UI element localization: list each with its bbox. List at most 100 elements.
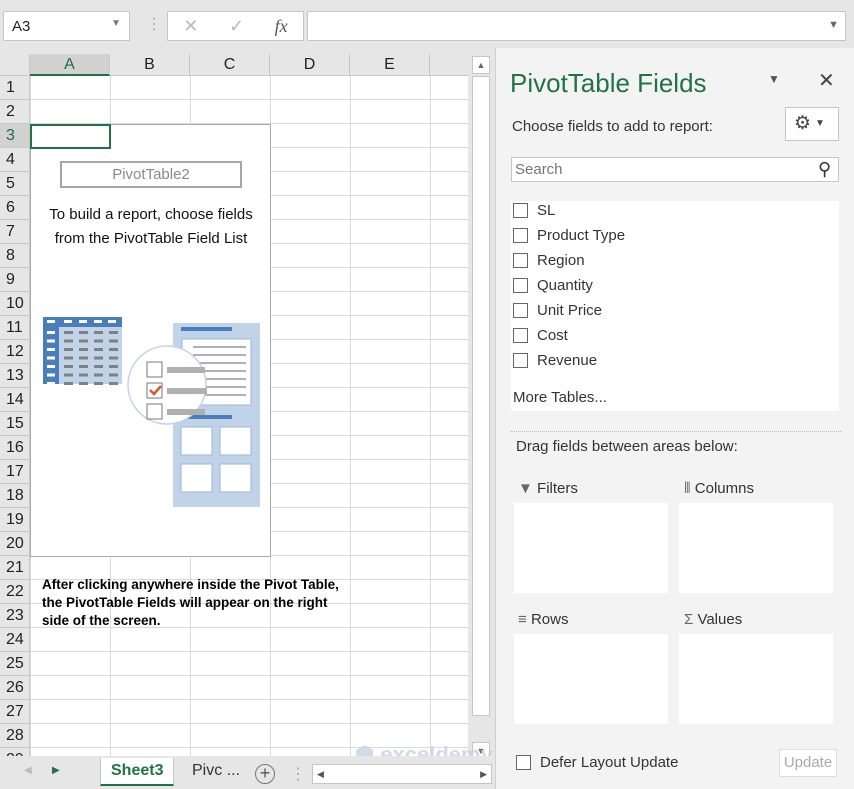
row-header-7[interactable]: 7 (0, 220, 30, 244)
field-item[interactable]: Quantity (513, 277, 593, 294)
search-icon[interactable]: ⚲ (818, 159, 831, 180)
row-header-8[interactable]: 8 (0, 244, 30, 268)
checkbox[interactable] (516, 755, 531, 770)
row-header-3[interactable]: 3 (0, 124, 30, 148)
gridline (30, 675, 468, 676)
row-header-4[interactable]: 4 (0, 148, 30, 172)
field-checkbox[interactable] (513, 353, 528, 368)
scroll-up-icon[interactable]: ▲ (472, 56, 490, 74)
values-drop-area[interactable] (679, 634, 833, 724)
field-checkbox[interactable] (513, 228, 528, 243)
sheet-tab-bar: ◀ ▶ Sheet3 Pivc ... + ⋮ ◀ ▶ (0, 756, 492, 789)
row-header-19[interactable]: 19 (0, 508, 30, 532)
cancel-icon[interactable]: ✕ (183, 16, 198, 37)
column-header-B[interactable]: B (110, 54, 190, 76)
column-header-E[interactable]: E (350, 54, 430, 76)
field-label: Product Type (537, 227, 626, 244)
scroll-thumb[interactable] (472, 76, 490, 716)
pivot-table-placeholder[interactable]: PivotTable2 To build a report, choose fi… (30, 124, 271, 557)
row-header-23[interactable]: 23 (0, 604, 30, 628)
row-header-11[interactable]: 11 (0, 316, 30, 340)
values-area-header: Σ Values (684, 611, 742, 628)
active-cell-a3[interactable] (30, 124, 111, 149)
rows-drop-area[interactable] (514, 634, 668, 724)
row-header-25[interactable]: 25 (0, 652, 30, 676)
formula-input[interactable]: ▼ (307, 11, 846, 41)
row-header-13[interactable]: 13 (0, 364, 30, 388)
field-label: Unit Price (537, 302, 603, 319)
row-header-12[interactable]: 12 (0, 340, 30, 364)
field-checkbox[interactable] (513, 328, 528, 343)
row-header-9[interactable]: 9 (0, 268, 30, 292)
field-checkbox[interactable] (513, 253, 528, 268)
splitter-handle-icon[interactable]: ⋮ (290, 764, 306, 784)
row-header-2[interactable]: 2 (0, 100, 30, 124)
update-button[interactable]: Update (779, 749, 837, 777)
tab-pivot[interactable]: Pivc ... (182, 758, 250, 786)
field-item[interactable]: Unit Price (513, 302, 602, 319)
row-header-14[interactable]: 14 (0, 388, 30, 412)
name-box[interactable]: A3 ▼ (3, 11, 130, 41)
row-header-6[interactable]: 6 (0, 196, 30, 220)
enter-icon[interactable]: ✓ (229, 16, 244, 37)
pane-options-chevron-icon[interactable]: ▼ (768, 72, 780, 86)
sigma-icon: Σ (684, 611, 694, 628)
row-header-1[interactable]: 1 (0, 76, 30, 100)
spreadsheet-grid[interactable]: A B C D E 1 2 3 4 5 6 7 8 9 10 11 12 13 14 15 16 17 18 19 20 21 22… (0, 54, 468, 756)
field-item[interactable]: SL (513, 202, 555, 219)
add-sheet-icon[interactable]: + (255, 764, 275, 784)
column-header-f[interactable] (430, 54, 468, 76)
filters-area-header: ▼ Filters (518, 480, 578, 497)
field-item[interactable]: Product Type (513, 227, 625, 244)
defer-label: Defer Layout Update (540, 754, 679, 771)
row-header-24[interactable]: 24 (0, 628, 30, 652)
note-line: After clicking anywhere inside the Pivot… (42, 577, 339, 592)
drag-handle-icon: ⋮ (146, 16, 162, 33)
field-checkbox[interactable] (513, 203, 528, 218)
pivot-table-name: PivotTable2 (60, 161, 242, 188)
insert-function-icon[interactable]: fx (275, 16, 288, 37)
row-header-18[interactable]: 18 (0, 484, 30, 508)
row-header-20[interactable]: 20 (0, 532, 30, 556)
gridline (30, 699, 468, 700)
filters-drop-area[interactable] (514, 503, 668, 593)
row-header-10[interactable]: 10 (0, 292, 30, 316)
more-tables-link[interactable]: More Tables... (513, 389, 607, 406)
row-header-15[interactable]: 15 (0, 412, 30, 436)
column-header-A[interactable]: A (30, 54, 110, 76)
row-header-17[interactable]: 17 (0, 460, 30, 484)
defer-layout-checkbox[interactable]: Defer Layout Update (516, 754, 678, 771)
row-header-16[interactable]: 16 (0, 436, 30, 460)
select-all-corner[interactable] (0, 54, 30, 76)
scroll-left-icon[interactable]: ◀ (317, 769, 324, 780)
scroll-right-icon[interactable]: ▶ (480, 769, 487, 780)
search-input[interactable] (511, 157, 839, 182)
note-line: side of the screen. (42, 613, 161, 628)
row-header-22[interactable]: 22 (0, 580, 30, 604)
vertical-scrollbar[interactable]: ▲ ▼ (470, 54, 492, 760)
field-checkbox[interactable] (513, 278, 528, 293)
column-header-D[interactable]: D (270, 54, 350, 76)
instruction-line: To build a report, choose fields (49, 206, 253, 223)
horizontal-scrollbar[interactable]: ◀ ▶ (312, 764, 492, 784)
next-sheet-icon[interactable]: ▶ (52, 765, 60, 776)
field-item[interactable]: Revenue (513, 352, 597, 369)
field-item[interactable]: Cost (513, 327, 568, 344)
row-header-26[interactable]: 26 (0, 676, 30, 700)
rows-area-header: ≡ Rows (518, 611, 568, 628)
tab-sheet3[interactable]: Sheet3 (100, 758, 175, 786)
field-item[interactable]: Region (513, 252, 585, 269)
close-icon[interactable]: ✕ (818, 68, 835, 93)
row-header-21[interactable]: 21 (0, 556, 30, 580)
row-header-28[interactable]: 28 (0, 724, 30, 748)
field-checkbox[interactable] (513, 303, 528, 318)
tools-button[interactable]: ⚙ ▼ (785, 107, 839, 141)
expand-formula-bar-icon[interactable]: ▼ (828, 19, 839, 31)
row-header-5[interactable]: 5 (0, 172, 30, 196)
column-header-C[interactable]: C (190, 54, 270, 76)
row-header-27[interactable]: 27 (0, 700, 30, 724)
chevron-down-icon[interactable]: ▼ (111, 18, 121, 29)
row-header-29[interactable]: 29 (0, 748, 30, 756)
prev-sheet-icon[interactable]: ◀ (24, 765, 32, 776)
columns-drop-area[interactable] (679, 503, 833, 593)
